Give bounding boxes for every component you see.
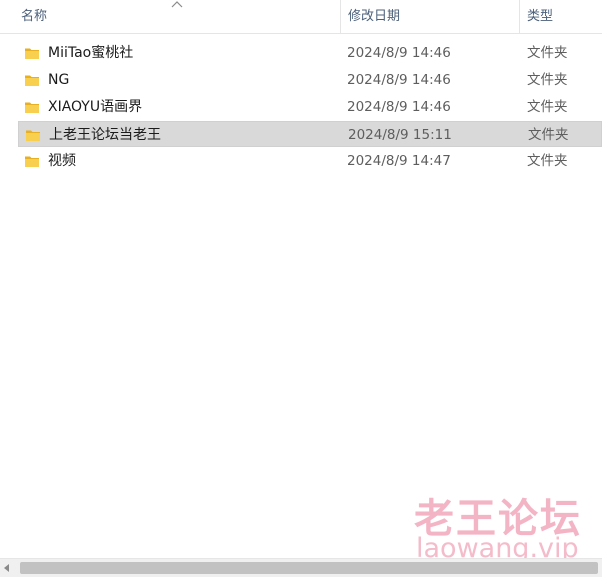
folder-icon — [25, 75, 39, 86]
horizontal-scrollbar[interactable] — [0, 558, 602, 577]
folder-icon — [25, 102, 39, 113]
column-header-date-modified[interactable]: 修改日期 — [340, 0, 518, 33]
file-date-modified: 2024/8/9 14:46 — [347, 45, 451, 61]
file-type: 文件夹 — [527, 99, 568, 115]
column-header: 名称 修改日期 类型 — [0, 0, 602, 34]
folder-icon — [25, 156, 39, 167]
file-type: 文件夹 — [527, 72, 568, 88]
file-type: 文件夹 — [528, 127, 569, 143]
file-date-modified: 2024/8/9 14:47 — [347, 153, 451, 169]
scrollbar-thumb[interactable] — [20, 562, 598, 574]
file-name: MiiTao蜜桃社 — [48, 45, 134, 61]
file-row[interactable]: XIAOYU语画界 2024/8/9 14:46 文件夹 — [18, 94, 602, 120]
scroll-left-icon[interactable] — [4, 564, 9, 572]
file-type: 文件夹 — [527, 45, 568, 61]
file-row[interactable]: NG 2024/8/9 14:46 文件夹 — [18, 67, 602, 93]
file-type: 文件夹 — [527, 153, 568, 169]
folder-icon — [26, 130, 40, 141]
file-date-modified: 2024/8/9 14:46 — [347, 99, 451, 115]
file-name: NG — [48, 72, 70, 88]
file-row[interactable]: MiiTao蜜桃社 2024/8/9 14:46 文件夹 — [18, 40, 602, 66]
column-header-type[interactable]: 类型 — [519, 0, 602, 33]
file-date-modified: 2024/8/9 15:11 — [348, 127, 452, 143]
file-row[interactable]: 上老王论坛当老王 2024/8/9 15:11 文件夹 — [18, 121, 602, 147]
column-header-name[interactable]: 名称 — [14, 0, 340, 33]
folder-icon — [25, 48, 39, 59]
file-name: 上老王论坛当老王 — [49, 127, 161, 143]
file-row[interactable]: 视频 2024/8/9 14:47 文件夹 — [18, 148, 602, 174]
file-name: XIAOYU语画界 — [48, 99, 143, 115]
file-explorer-details-view: 名称 修改日期 类型 MiiTao蜜桃社 2024/8/9 14:46 文件夹 … — [0, 0, 602, 577]
file-name: 视频 — [48, 153, 76, 169]
file-date-modified: 2024/8/9 14:46 — [347, 72, 451, 88]
